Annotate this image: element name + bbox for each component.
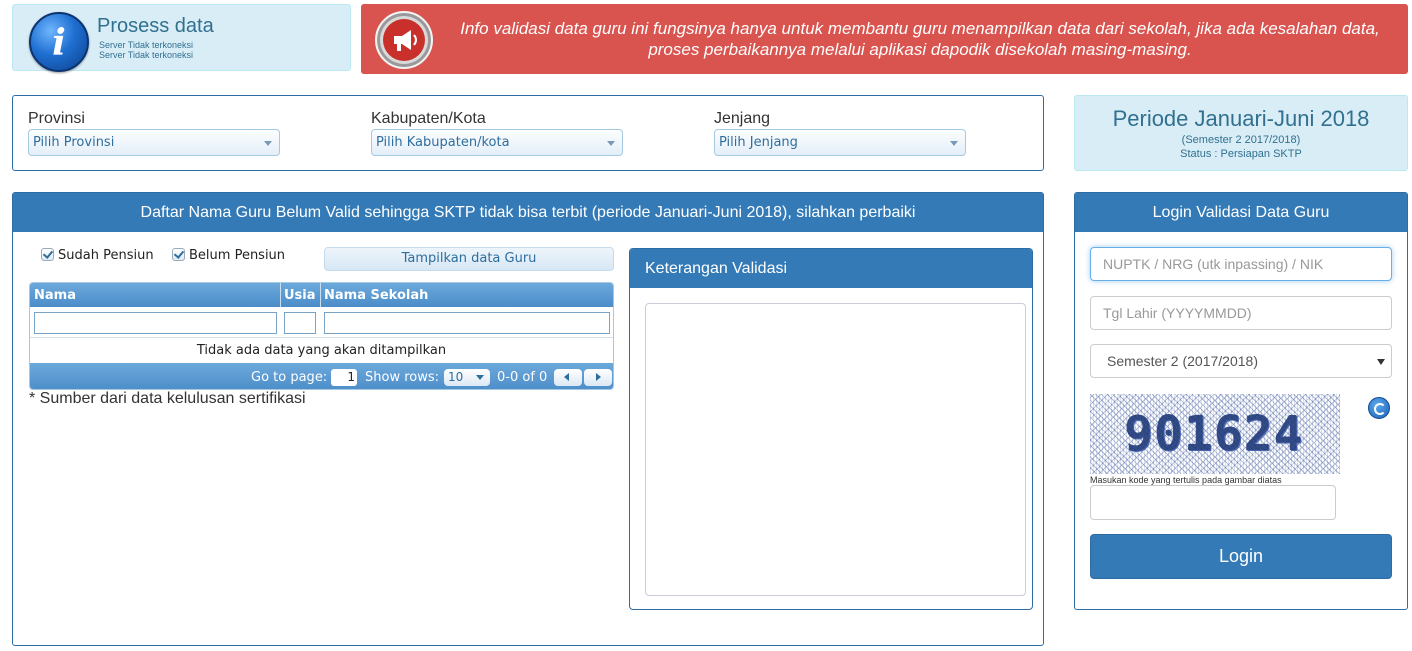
semester-select-value: Semester 2 (2017/2018): [1107, 353, 1258, 369]
jenjang-select[interactable]: Pilih Jenjang: [714, 129, 966, 156]
chevron-down-icon: [950, 141, 958, 146]
grid-header: Nama Usia Nama Sekolah: [30, 283, 613, 307]
login-panel: Login Validasi Data Guru NUPTK / NRG (ut…: [1074, 192, 1408, 610]
filter-panel: Provinsi Pilih Provinsi Kabupaten/Kota P…: [12, 95, 1044, 171]
teacher-grid: Nama Usia Nama Sekolah Tidak ada data ya…: [29, 282, 614, 390]
usia-filter-input[interactable]: [284, 312, 316, 334]
chevron-down-icon: [264, 141, 272, 146]
info-banner: Info validasi data guru ini fungsinya ha…: [361, 4, 1408, 74]
pager-range: 0-0 of 0: [497, 370, 548, 385]
info-icon: i: [29, 12, 89, 72]
nuptk-placeholder: NUPTK / NRG (utk inpassing) / NIK: [1103, 256, 1324, 272]
belum-pensiun-checkbox[interactable]: Belum Pensiun: [172, 248, 285, 263]
chevron-down-icon: [607, 141, 615, 146]
jenjang-label: Jenjang: [714, 110, 771, 127]
show-teacher-data-button[interactable]: Tampilkan data Guru: [324, 247, 614, 271]
periode-title: Periode Januari-Juni 2018: [1112, 106, 1370, 131]
column-header-nama-sekolah[interactable]: Nama Sekolah: [324, 288, 428, 303]
keterangan-heading: Keterangan Validasi: [630, 249, 1032, 288]
jenjang-select-value: Pilih Jenjang: [719, 135, 798, 150]
refresh-icon[interactable]: [1368, 397, 1390, 419]
keterangan-textarea[interactable]: [645, 303, 1026, 596]
teacher-list-panel: Daftar Nama Guru Belum Valid sehingga SK…: [12, 192, 1044, 646]
chevron-down-icon: [1377, 359, 1385, 365]
kabupaten-label: Kabupaten/Kota: [371, 110, 486, 127]
kabupaten-select[interactable]: Pilih Kabupaten/kota: [371, 129, 623, 156]
kabupaten-select-value: Pilih Kabupaten/kota: [376, 135, 510, 150]
banner-text: Info validasi data guru ini fungsinya ha…: [460, 19, 1380, 59]
provinsi-label: Provinsi: [28, 110, 85, 127]
provinsi-select-value: Pilih Provinsi: [33, 135, 115, 150]
rows-per-page-select[interactable]: 10: [444, 369, 490, 386]
birthdate-input[interactable]: Tgl Lahir (YYYYMMDD): [1090, 296, 1392, 330]
nuptk-input[interactable]: NUPTK / NRG (utk inpassing) / NIK: [1090, 247, 1392, 281]
grid-filter-row: [30, 307, 613, 338]
periode-box: Periode Januari-Juni 2018 (Semester 2 20…: [1074, 95, 1408, 171]
list-heading: Daftar Nama Guru Belum Valid sehingga SK…: [13, 193, 1043, 232]
page-number-input[interactable]: 1: [331, 369, 357, 386]
column-header-nama[interactable]: Nama: [34, 288, 76, 303]
megaphone-icon: [375, 11, 433, 69]
birthdate-placeholder: Tgl Lahir (YYYYMMDD): [1103, 305, 1252, 321]
process-title: Prosess data: [97, 15, 214, 37]
sudah-pensiun-label: Sudah Pensiun: [58, 248, 154, 263]
semester-select[interactable]: Semester 2 (2017/2018): [1090, 344, 1392, 378]
captcha-hint: Masukan kode yang tertulis pada gambar d…: [1090, 475, 1282, 485]
check-icon: [172, 248, 185, 261]
login-heading: Login Validasi Data Guru: [1075, 193, 1407, 232]
goto-page-label: Go to page:: [251, 370, 328, 385]
rows-per-page-value: 10: [448, 370, 464, 384]
captcha-input[interactable]: [1090, 485, 1336, 520]
sudah-pensiun-checkbox[interactable]: Sudah Pensiun: [41, 248, 154, 263]
nama-filter-input[interactable]: [34, 312, 277, 334]
server-status-line: Server Tidak terkoneksi: [99, 40, 194, 50]
keterangan-panel: Keterangan Validasi: [629, 248, 1033, 610]
chevron-down-icon: [476, 375, 484, 380]
periode-semester: (Semester 2 2017/2018): [1181, 134, 1301, 146]
column-header-usia[interactable]: Usia: [284, 288, 316, 303]
prev-page-button[interactable]: [554, 369, 582, 386]
next-page-button[interactable]: [584, 369, 612, 386]
periode-status: Status : Persiapan SKTP: [1180, 148, 1302, 160]
captcha-code: 901624: [1124, 406, 1304, 462]
nama-sekolah-filter-input[interactable]: [324, 312, 610, 334]
provinsi-select[interactable]: Pilih Provinsi: [28, 129, 280, 156]
belum-pensiun-label: Belum Pensiun: [189, 248, 286, 263]
check-icon: [41, 248, 54, 261]
process-status-box: i Prosess data Server Tidak terkoneksi S…: [12, 4, 351, 72]
login-button[interactable]: Login: [1090, 534, 1392, 579]
captcha-image: 901624: [1090, 394, 1340, 474]
source-note: * Sumber dari data kelulusan sertifikasi: [29, 390, 306, 407]
server-status-line: Server Tidak terkoneksi: [99, 50, 194, 60]
show-rows-label: Show rows:: [365, 370, 440, 385]
grid-pager: Go to page: 1 Show rows: 10 0-0 of 0: [30, 363, 613, 389]
grid-empty-message: Tidak ada data yang akan ditampilkan: [196, 343, 447, 358]
